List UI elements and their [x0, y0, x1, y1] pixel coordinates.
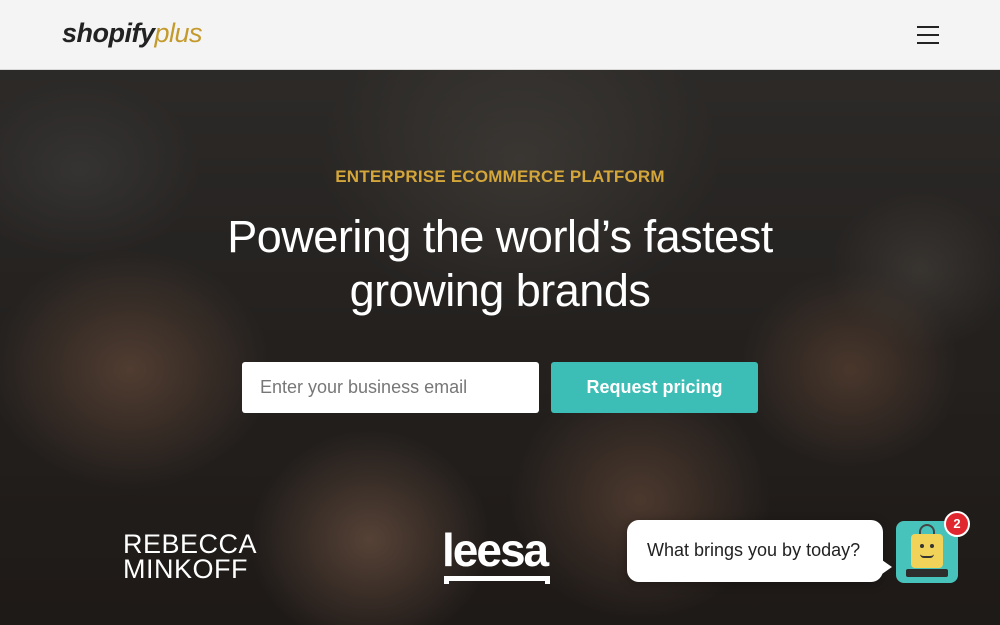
- rebecca-minkoff-line-2: MINKOFF: [123, 554, 248, 584]
- chat-greeting-text: What brings you by today?: [647, 540, 861, 560]
- chat-greeting-bubble[interactable]: What brings you by today?: [627, 520, 892, 582]
- bot-mouth: [920, 554, 934, 558]
- top-navigation-bar: shopifyplus: [0, 0, 1000, 70]
- bot-base: [906, 569, 948, 577]
- menu-line: [917, 34, 939, 36]
- business-email-input[interactable]: [242, 362, 539, 413]
- headline-line-1: Powering the world’s fastest: [227, 211, 773, 262]
- bot-eye: [920, 544, 924, 548]
- headline-line-2: growing brands: [349, 265, 651, 316]
- hero-headline: Powering the world’s fastest growing bra…: [150, 210, 850, 318]
- unread-count-badge: 2: [944, 511, 970, 537]
- leesa-logo-leg: [545, 576, 550, 584]
- shopify-plus-logo[interactable]: shopifyplus: [62, 18, 203, 49]
- logo-wordmark-plus: plus: [154, 18, 203, 48]
- hero-eyebrow: ENTERPRISE ECOMMERCE PLATFORM: [335, 167, 665, 186]
- leesa-wordmark: leesa: [442, 524, 549, 576]
- request-pricing-button[interactable]: Request pricing: [551, 362, 758, 413]
- leesa-logo-bar: [444, 576, 550, 581]
- leesa-logo-leg: [444, 576, 449, 584]
- menu-line: [917, 26, 939, 28]
- rebecca-minkoff-logo: REBECCA MINKOFF: [123, 531, 257, 584]
- bot-face: [911, 534, 943, 568]
- hamburger-menu-icon[interactable]: [914, 22, 942, 48]
- menu-line: [917, 42, 939, 44]
- bot-eye: [930, 544, 934, 548]
- logo-wordmark-shopify: shopify: [62, 18, 155, 48]
- leesa-logo: leesa: [442, 524, 552, 584]
